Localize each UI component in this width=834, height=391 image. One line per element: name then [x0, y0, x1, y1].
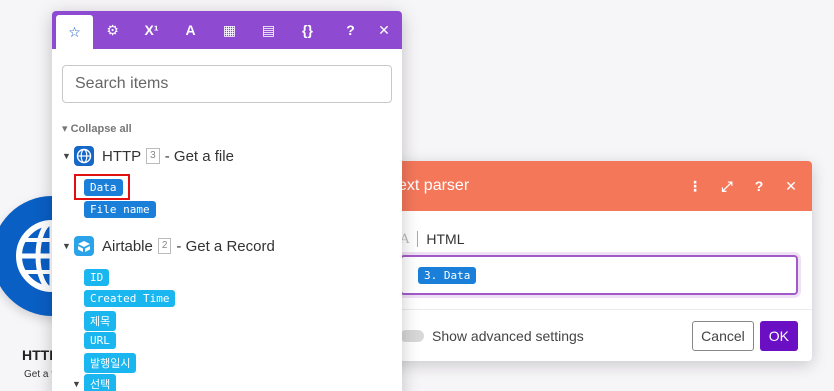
globe-icon — [74, 146, 94, 166]
superscript-icon[interactable]: X¹ — [132, 11, 171, 49]
advanced-settings-label: Show advanced settings — [432, 327, 584, 344]
module-number: 3 — [146, 148, 160, 164]
expand-icon[interactable]: ⤢ — [718, 177, 736, 195]
panel-tabs: ☆ ⚙ X¹ A ▦ ▤ {} ? ✕ — [52, 11, 402, 49]
calendar-icon[interactable]: ▦ — [210, 11, 249, 49]
table-icon[interactable]: ▤ — [249, 11, 288, 49]
module-name: HTTP — [102, 147, 142, 165]
list-item[interactable]: File name — [84, 201, 156, 218]
help-icon[interactable]: ? — [750, 177, 768, 195]
mapped-value-pill[interactable]: 3. Data — [418, 266, 477, 284]
ok-button[interactable]: OK — [759, 320, 798, 351]
list-item[interactable]: 선택 — [84, 374, 117, 391]
advanced-settings-toggle[interactable] — [400, 329, 424, 342]
list-item[interactable]: ID — [84, 269, 110, 286]
list-item[interactable]: URL — [84, 332, 116, 349]
star-icon[interactable]: ☆ — [56, 15, 93, 49]
divider — [417, 231, 419, 247]
module-number: 2 — [157, 238, 172, 254]
caret-down-icon[interactable]: ▼ — [72, 379, 84, 389]
module-action: - Get a Record — [176, 237, 275, 255]
mapping-panel: ☆ ⚙ X¹ A ▦ ▤ {} ? ✕ ▾ Collapse all ▼ HTT… — [52, 11, 402, 391]
caret-down-icon[interactable]: ▼ — [62, 241, 74, 251]
dialog-footer: Show advanced settings Cancel OK — [330, 309, 812, 361]
search-input[interactable] — [62, 65, 392, 103]
html-input-field[interactable]: 3. Data — [400, 255, 798, 295]
airtable-icon — [74, 236, 94, 256]
caret-down-icon[interactable]: ▼ — [62, 151, 74, 161]
field-label-text: HTML — [426, 231, 465, 247]
braces-icon[interactable]: {} — [288, 11, 327, 49]
help-icon[interactable]: ? — [331, 11, 370, 49]
close-icon[interactable]: ✕ — [782, 177, 800, 195]
html-field-label: A HTML — [400, 231, 465, 247]
dialog-header: Text parser ⋮ ⤢ ? ✕ — [330, 161, 812, 211]
gear-icon[interactable]: ⚙ — [93, 11, 132, 49]
collapse-all-button[interactable]: ▾ Collapse all — [62, 122, 132, 135]
more-options-icon[interactable]: ⋮ — [686, 177, 704, 195]
list-item[interactable]: Created Time — [84, 290, 176, 307]
highlight-box — [74, 174, 130, 200]
text-icon[interactable]: A — [171, 11, 210, 49]
list-item[interactable]: 제목 — [84, 311, 117, 331]
collapse-all-label: Collapse all — [70, 123, 132, 135]
list-item[interactable]: 발행일시 — [84, 353, 137, 373]
cancel-button[interactable]: Cancel — [692, 320, 754, 351]
module-action: - Get a file — [164, 147, 234, 165]
close-icon[interactable]: ✕ — [370, 11, 398, 49]
module-name: Airtable — [102, 237, 153, 255]
dialog-title: Text parser — [390, 177, 470, 194]
module-row-airtable[interactable]: ▼ Airtable 2 - Get a Record — [62, 236, 275, 256]
module-row-http[interactable]: ▼ HTTP 3 - Get a file — [62, 146, 234, 166]
text-parser-dialog: Text parser ⋮ ⤢ ? ✕ A HTML 3. Data Show … — [330, 161, 812, 361]
